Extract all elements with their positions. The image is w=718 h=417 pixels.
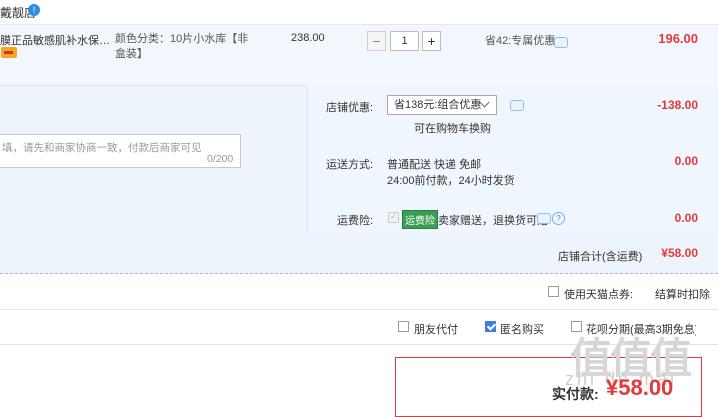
shipping-value: 0.00 [674, 154, 698, 168]
friend-pay-label[interactable]: 朋友代付 [414, 321, 458, 337]
shipping-method: 普通配送 快递 免邮 [387, 159, 482, 171]
shipping-time: 24:00前付款，24小时发货 [387, 175, 515, 187]
anonymous-checkbox[interactable] [485, 321, 496, 332]
insurance-checkbox [388, 211, 399, 223]
credit-card-icon [1, 47, 17, 58]
shop-info-icon[interactable]: ! [28, 4, 40, 16]
quantity-minus-button[interactable]: − [367, 31, 386, 51]
friend-pay-checkbox[interactable] [398, 321, 409, 332]
item-price: 238.00 [291, 32, 325, 44]
shop-discount-label: 店铺优惠: [326, 102, 374, 114]
insurance-desc: 卖家赠送，退换货可赔 [438, 215, 548, 227]
divider [0, 309, 718, 310]
chat-icon[interactable] [510, 100, 524, 111]
insurance-value: 0.00 [674, 211, 698, 225]
shop-discount-value: -138.00 [657, 98, 698, 112]
tmall-points-label: 使用天猫点券: [564, 289, 634, 301]
quantity-plus-button[interactable]: + [422, 31, 441, 51]
shop-discount-note: 可在购物车换购 [414, 123, 491, 135]
shop-total-value: ¥58.00 [661, 246, 698, 260]
final-value: ¥58.00 [606, 375, 674, 400]
shop-discount-select[interactable]: 省138元:组合优惠 [387, 95, 497, 115]
tmall-points-checkbox[interactable] [548, 286, 559, 297]
shipping-label: 运送方式: [326, 159, 374, 171]
insurance-label: 运费险: [337, 215, 374, 227]
tmall-points-note: 结算时扣除 [655, 289, 710, 301]
quantity-input[interactable]: 1 [390, 31, 419, 51]
anonymous-label[interactable]: 匿名购买 [500, 321, 544, 337]
help-icon[interactable]: ? [552, 212, 565, 225]
item-promo: 省42:专属优惠 [485, 35, 556, 47]
chat-icon[interactable] [554, 37, 568, 48]
final-label: 实付款: [552, 386, 599, 402]
item-subtotal: 196.00 [658, 31, 698, 46]
item-title[interactable]: 膜正品敏感肌补水保湿香... [0, 32, 112, 48]
chat-icon[interactable] [537, 213, 551, 224]
shop-total-label: 店铺合计(含运费) [558, 251, 643, 263]
message-placeholder: 填，请先和商家协商一致，付款后商家可见 [2, 142, 202, 154]
message-char-count: 0/200 [207, 153, 234, 165]
item-sku: 颜色分类：10片小水库【非盒装】 [115, 33, 249, 60]
insurance-badge: 运费险 [402, 210, 438, 229]
